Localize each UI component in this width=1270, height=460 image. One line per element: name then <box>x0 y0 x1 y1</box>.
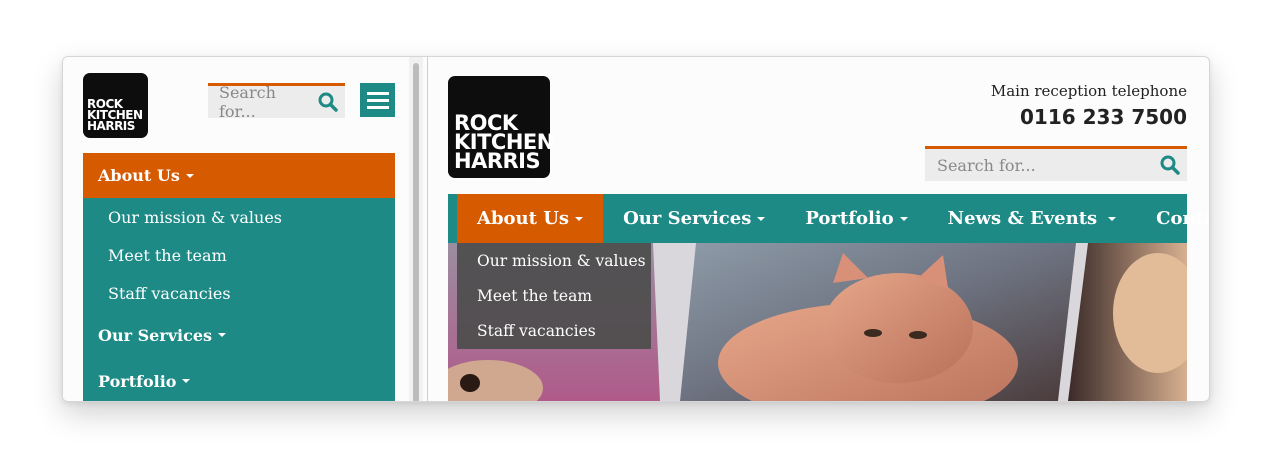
dropdown-item-team[interactable]: Meet the team <box>457 278 651 313</box>
menu-bar <box>366 98 389 102</box>
nav-our-services[interactable]: Our Services <box>603 194 785 243</box>
telephone-number[interactable]: 0116 233 7500 <box>1020 105 1187 129</box>
mobile-nav-menu: About Us Our mission & values Meet the t… <box>83 153 395 401</box>
nav-label: Portfolio <box>805 208 894 229</box>
search-icon[interactable] <box>1159 154 1181 176</box>
logo-line: HARRIS <box>454 149 541 173</box>
mobile-nav-label: Portfolio <box>98 371 177 391</box>
desktop-search-input[interactable]: Search for... <box>925 146 1187 181</box>
main-nav-bar: About Us Our Services Portfolio News & E… <box>448 194 1209 243</box>
mobile-subnav-vacancies[interactable]: Staff vacancies <box>83 274 395 312</box>
nav-label: News & Events <box>947 208 1098 229</box>
nav-contact[interactable]: Contact <box>1136 194 1209 243</box>
mobile-nav-label: Our Services <box>98 325 213 345</box>
mobile-subnav-mission[interactable]: Our mission & values <box>83 198 395 236</box>
mobile-nav-our-services[interactable]: Our Services <box>83 312 395 358</box>
logo-line: HARRIS <box>87 119 135 133</box>
search-input[interactable]: Search for... <box>208 83 345 121</box>
caret-down-icon <box>757 216 766 221</box>
mobile-view: ROCK KITCHEN HARRIS Search for... About … <box>63 57 409 401</box>
nav-label: Contact <box>1156 208 1209 229</box>
browser-window: ROCK KITCHEN HARRIS Search for... About … <box>62 56 1210 402</box>
nav-label: Our Services <box>623 208 752 229</box>
rkh-logo[interactable]: ROCK KITCHEN HARRIS <box>83 73 148 138</box>
caret-down-icon <box>1108 216 1117 221</box>
caret-down-icon <box>575 216 584 221</box>
nav-label: About Us <box>477 208 570 229</box>
caret-down-icon <box>218 333 227 337</box>
dropdown-item-mission[interactable]: Our mission & values <box>457 243 651 278</box>
nav-about-us[interactable]: About Us <box>457 194 604 243</box>
menu-bar <box>366 91 389 95</box>
search-placeholder: Search for... <box>937 155 1036 175</box>
mobile-nav-label: About Us <box>98 166 180 185</box>
menu-bar <box>366 105 389 109</box>
caret-down-icon <box>182 379 191 383</box>
scrollbar-thumb[interactable] <box>413 63 419 401</box>
search-placeholder: Search for... <box>219 83 276 121</box>
nav-portfolio[interactable]: Portfolio <box>785 194 927 243</box>
mobile-subnav-team[interactable]: Meet the team <box>83 236 395 274</box>
caret-down-icon <box>185 173 194 178</box>
dropdown-item-vacancies[interactable]: Staff vacancies <box>457 313 651 348</box>
search-icon[interactable] <box>317 91 339 113</box>
rkh-logo-large[interactable]: ROCK KITCHEN HARRIS <box>448 76 554 178</box>
telephone-label: Main reception telephone <box>990 82 1187 100</box>
mobile-nav-about-us[interactable]: About Us <box>83 153 395 198</box>
pane-divider <box>427 57 428 401</box>
nav-news-events[interactable]: News & Events <box>928 194 1136 243</box>
mobile-nav-portfolio[interactable]: Portfolio <box>83 358 395 401</box>
caret-down-icon <box>899 216 908 221</box>
about-us-dropdown: Our mission & values Meet the team Staff… <box>457 243 651 349</box>
hamburger-menu-button[interactable] <box>360 83 395 117</box>
